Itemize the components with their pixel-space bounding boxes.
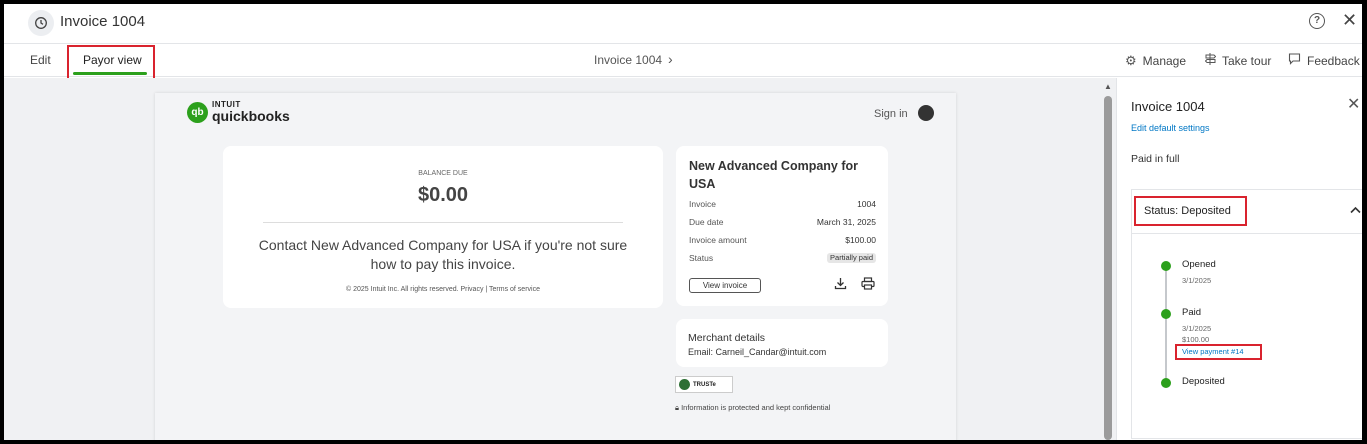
timeline-paid-amount: $100.00: [1182, 335, 1210, 344]
history-icon[interactable]: [28, 10, 54, 36]
app-window: Invoice 1004 ? ✕ Edit Payor view Invoice…: [4, 4, 1362, 440]
tab-edit[interactable]: Edit: [30, 53, 51, 67]
timeline-opened-title: Opened: [1182, 259, 1216, 270]
panel-title: Invoice 1004: [1131, 99, 1205, 114]
signpost-icon: [1204, 53, 1217, 68]
invoice-summary-card: New Advanced Company for USA Invoice 100…: [676, 146, 888, 306]
timeline-dot: [1161, 309, 1171, 319]
timeline-paid-date: 3/1/2025: [1182, 324, 1212, 333]
chevron-right-icon[interactable]: ›: [668, 51, 673, 67]
status-badge: Partially paid: [827, 253, 876, 263]
window-title: Invoice 1004: [60, 13, 146, 30]
status-section: Status: Deposited Opened 3/1/2025 Paid 3…: [1131, 189, 1362, 439]
take-tour-button[interactable]: Take tour: [1204, 53, 1272, 68]
edit-default-settings-link[interactable]: Edit default settings: [1131, 123, 1210, 133]
due-date-row: Due date March 31, 2025: [689, 217, 876, 227]
truste-label: TRUSTe: [693, 381, 716, 388]
view-invoice-button[interactable]: View invoice: [689, 278, 761, 293]
invoice-amount-row: Invoice amount $100.00: [689, 235, 876, 245]
invoice-number-row: Invoice 1004: [689, 199, 876, 209]
row-value: $100.00: [845, 235, 876, 245]
security-note-text: Information is protected and kept confid…: [681, 403, 831, 412]
status-header[interactable]: Status: Deposited: [1132, 190, 1362, 234]
row-label: Invoice amount: [689, 235, 747, 245]
chat-bubble-icon: [1288, 53, 1301, 68]
merchant-email: Email: Carneil_Candar@intuit.com: [688, 347, 827, 357]
truste-badge[interactable]: TRUSTe: [675, 376, 733, 393]
print-icon[interactable]: [861, 277, 875, 293]
contact-message: Contact New Advanced Company for USA if …: [258, 237, 628, 272]
timeline-dot: [1161, 378, 1171, 388]
tab-payor-view[interactable]: Payor view: [83, 53, 142, 67]
breadcrumb[interactable]: Invoice 1004: [594, 53, 662, 67]
title-bar: Invoice 1004 ? ✕: [4, 4, 1362, 44]
user-avatar-icon[interactable]: [918, 105, 934, 121]
company-name: New Advanced Company for USA: [689, 159, 859, 191]
gear-icon: ⚙: [1125, 53, 1137, 68]
paid-status-text: Paid in full: [1131, 153, 1180, 165]
security-note: 🔒︎ Information is protected and kept con…: [675, 403, 830, 413]
timeline-dot: [1161, 261, 1171, 271]
timeline-paid-title: Paid: [1182, 307, 1202, 318]
row-label: Status: [689, 253, 714, 263]
scroll-up-arrow-icon[interactable]: ▲: [1104, 82, 1112, 91]
panel-close-icon[interactable]: ✕: [1347, 94, 1360, 114]
row-value: March 31, 2025: [816, 217, 876, 227]
divider: [263, 222, 623, 223]
merchant-card: Merchant details Email: Carneil_Candar@i…: [676, 319, 888, 367]
scrollbar-thumb[interactable]: [1104, 96, 1112, 440]
row-label: Due date: [689, 217, 724, 227]
download-icon[interactable]: [834, 277, 847, 293]
quickbooks-logo: qb INTUIT quickbooks: [187, 101, 290, 123]
timeline-opened-date: 3/1/2025: [1182, 276, 1212, 285]
sign-in-link[interactable]: Sign in: [874, 108, 908, 120]
feedback-label: Feedback: [1307, 53, 1360, 68]
payor-invoice-page: qb INTUIT quickbooks Sign in BALANCE DUE…: [155, 93, 956, 440]
balance-due-label: BALANCE DUE: [418, 170, 468, 177]
help-icon[interactable]: ?: [1309, 13, 1325, 29]
active-tab-indicator: [73, 72, 147, 75]
status-label: Status: Deposited: [1144, 205, 1231, 217]
lock-icon: 🔒︎: [675, 403, 679, 412]
view-payment-link[interactable]: View payment #14: [1182, 347, 1244, 356]
status-row: Status Partially paid: [689, 253, 876, 263]
copyright-text: © 2025 Intuit Inc. All rights reserved. …: [346, 286, 540, 293]
quickbooks-mark-icon: qb: [187, 101, 208, 123]
truste-icon: [679, 379, 690, 390]
manage-button[interactable]: ⚙ Manage: [1125, 53, 1186, 69]
row-value: 1004: [857, 199, 876, 209]
invoice-activity-panel: Invoice 1004 ✕ Edit default settings Pai…: [1116, 78, 1362, 440]
preview-canvas: qb INTUIT quickbooks Sign in BALANCE DUE…: [4, 78, 1116, 440]
brand-big: quickbooks: [212, 108, 290, 124]
tab-bar: Edit Payor view Invoice 1004 › ⚙ Manage …: [4, 45, 1362, 83]
balance-card: BALANCE DUE $0.00 Contact New Advanced C…: [223, 146, 663, 308]
chevron-up-icon[interactable]: [1350, 202, 1361, 217]
feedback-button[interactable]: Feedback: [1288, 53, 1360, 68]
timeline-line: [1165, 266, 1167, 382]
close-icon[interactable]: ✕: [1342, 10, 1357, 31]
take-tour-label: Take tour: [1222, 53, 1272, 68]
timeline-deposited-title: Deposited: [1182, 376, 1225, 387]
merchant-title: Merchant details: [688, 332, 766, 344]
manage-label: Manage: [1142, 54, 1187, 68]
balance-due-amount: $0.00: [417, 184, 469, 206]
row-label: Invoice: [689, 199, 716, 209]
